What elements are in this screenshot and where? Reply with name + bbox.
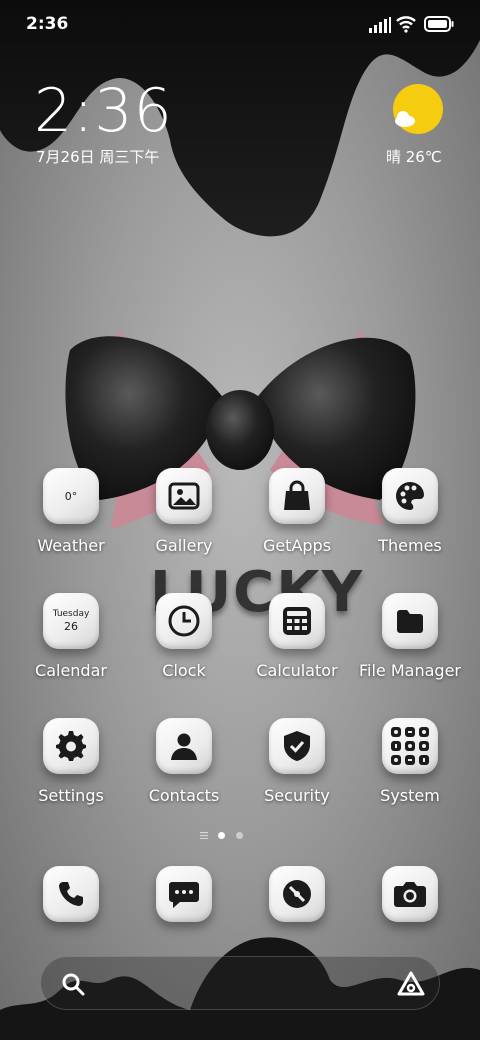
palette-icon: [382, 468, 438, 524]
calendar-icon: Tuesday 26: [43, 593, 99, 649]
app-clock[interactable]: Clock: [129, 593, 239, 703]
person-icon: [156, 718, 212, 774]
weather-sun-icon[interactable]: [392, 83, 444, 135]
camera-icon: [382, 866, 438, 922]
app-label: Security: [264, 786, 330, 805]
system-folder-icon: [382, 718, 438, 774]
search-bar[interactable]: [40, 956, 440, 1010]
page-indicator[interactable]: [196, 830, 256, 842]
app-gallery[interactable]: Gallery: [129, 468, 239, 578]
page-lines-icon: [200, 832, 208, 839]
message-icon: [156, 866, 212, 922]
app-label: Gallery: [155, 536, 213, 555]
calculator-icon: [269, 593, 325, 649]
assistant-icon[interactable]: [397, 971, 425, 997]
app-label: System: [380, 786, 440, 805]
battery-icon: [424, 16, 454, 32]
calendar-tile-day: Tuesday: [52, 609, 90, 619]
app-weather[interactable]: 0° Weather: [16, 468, 126, 578]
app-label: Settings: [38, 786, 104, 805]
app-label: File Manager: [359, 661, 461, 680]
status-bar: 2:36: [0, 0, 480, 50]
shield-check-icon: [269, 718, 325, 774]
app-label: Calendar: [35, 661, 107, 680]
app-settings[interactable]: Settings: [16, 718, 126, 828]
app-label: Themes: [378, 536, 442, 555]
search-icon[interactable]: [61, 972, 85, 996]
app-label: Calculator: [256, 661, 338, 680]
page-dot-active: [218, 832, 225, 839]
app-themes[interactable]: Themes: [355, 468, 465, 578]
app-system-folder[interactable]: System: [355, 718, 465, 828]
app-calculator[interactable]: Calculator: [242, 593, 352, 703]
app-getapps[interactable]: GetApps: [242, 468, 352, 578]
clock-widget-date: 7月26日 周三下午: [36, 148, 160, 166]
app-label: Clock: [162, 661, 206, 680]
wifi-icon: [396, 16, 416, 33]
app-calendar[interactable]: Tuesday 26 Calendar: [16, 593, 126, 703]
weather-tile-temp: 0°: [64, 489, 78, 503]
gear-icon: [43, 718, 99, 774]
page-dot: [236, 832, 243, 839]
weather-temperature: 晴 26℃: [386, 148, 442, 166]
app-security[interactable]: Security: [242, 718, 352, 828]
calendar-tile-date: 26: [64, 620, 78, 633]
signal-icon: [369, 17, 391, 33]
browser-icon: [269, 866, 325, 922]
app-contacts[interactable]: Contacts: [129, 718, 239, 828]
shopping-bag-icon: [269, 468, 325, 524]
app-label: Weather: [37, 536, 105, 555]
folder-icon: [382, 593, 438, 649]
app-label: Contacts: [148, 786, 220, 805]
gallery-icon: [156, 468, 212, 524]
app-label: GetApps: [262, 536, 332, 555]
weather-icon: 0°: [43, 468, 99, 524]
clock-icon: [156, 593, 212, 649]
clock-widget-time[interactable]: 2:36: [34, 76, 173, 146]
app-file-manager[interactable]: File Manager: [355, 593, 465, 703]
status-time: 2:36: [26, 14, 69, 34]
phone-icon: [43, 866, 99, 922]
